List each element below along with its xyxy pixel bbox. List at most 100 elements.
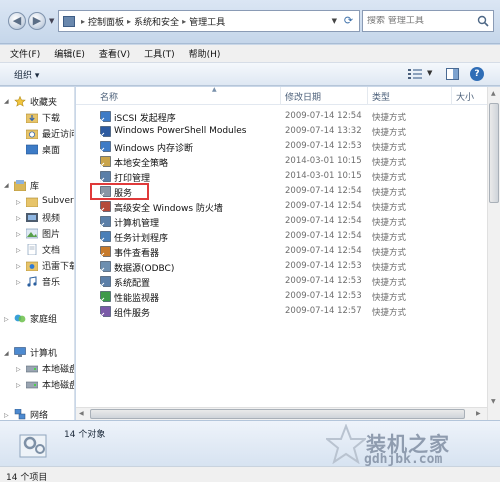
expand-icon[interactable]: ▷ xyxy=(16,215,21,222)
nav-xunlei[interactable]: 迅雷下载 xyxy=(26,258,74,272)
column-size[interactable]: 大小 xyxy=(456,90,474,103)
expand-icon[interactable]: ▷ xyxy=(4,316,9,323)
file-row[interactable]: 任务计划程序 2009-07-14 12:54 快捷方式 xyxy=(76,229,482,244)
help-icon[interactable]: ? xyxy=(470,67,484,81)
collapse-favorites-icon[interactable]: ◢ xyxy=(4,98,9,105)
menu-tools[interactable]: 工具(T) xyxy=(144,47,175,60)
file-row[interactable]: 事件查看器 2009-07-14 12:54 快捷方式 xyxy=(76,244,482,259)
nav-pictures[interactable]: 图片 xyxy=(26,226,60,240)
vertical-scroll-thumb[interactable] xyxy=(489,103,499,203)
nav-local-disk-2[interactable]: 本地磁盘 xyxy=(26,377,74,391)
homegroup-icon xyxy=(14,314,26,322)
column-type[interactable]: 类型 xyxy=(372,90,390,103)
refresh-icon[interactable]: ⟳ xyxy=(341,14,356,29)
horizontal-scroll-thumb[interactable] xyxy=(90,409,465,419)
expand-icon[interactable]: ▷ xyxy=(16,263,21,270)
nav-computer[interactable]: 计算机 xyxy=(14,345,57,359)
music-icon xyxy=(27,275,37,287)
file-row[interactable]: 数据源(ODBC) 2009-07-14 12:53 快捷方式 xyxy=(76,259,482,274)
breadcrumb-system-security[interactable]: 系统和安全 xyxy=(134,15,179,28)
file-name: 性能监视器 xyxy=(114,294,160,304)
preview-pane-icon[interactable] xyxy=(446,68,459,80)
organize-button[interactable]: 组织 ▾ xyxy=(14,68,39,81)
back-button[interactable]: ◀ xyxy=(8,12,26,30)
videos-icon xyxy=(26,212,38,222)
file-date: 2009-07-14 12:54 xyxy=(285,246,362,256)
view-options-icon[interactable] xyxy=(408,69,422,79)
nav-desktop[interactable]: 桌面 xyxy=(26,142,60,156)
hard-disk-icon xyxy=(26,365,38,372)
address-dropdown-icon[interactable]: ▼ xyxy=(332,17,337,25)
file-row[interactable]: 系统配置 2009-07-14 12:53 快捷方式 xyxy=(76,274,482,289)
file-type: 快捷方式 xyxy=(372,158,407,168)
menu-file[interactable]: 文件(F) xyxy=(10,47,40,60)
file-row[interactable]: Windows PowerShell Modules 2009-07-14 13:… xyxy=(76,124,482,139)
expand-icon[interactable]: ▷ xyxy=(4,412,9,419)
nav-label: 桌面 xyxy=(42,145,61,156)
file-row[interactable]: 高级安全 Windows 防火墙 2009-07-14 12:54 快捷方式 xyxy=(76,199,482,214)
file-type: 快捷方式 xyxy=(372,263,407,273)
scroll-up-icon[interactable]: ▲ xyxy=(491,90,496,97)
scroll-left-icon[interactable]: ◀ xyxy=(79,410,84,417)
file-row[interactable]: 计算机管理 2009-07-14 12:54 快捷方式 xyxy=(76,214,482,229)
expand-icon[interactable]: ▷ xyxy=(16,247,21,254)
file-type: 快捷方式 xyxy=(372,308,407,318)
nav-network[interactable]: 网络 xyxy=(14,407,48,420)
expand-icon[interactable]: ▷ xyxy=(16,382,21,389)
search-icon[interactable] xyxy=(477,15,489,27)
scroll-right-icon[interactable]: ▶ xyxy=(476,410,481,417)
menu-view[interactable]: 查看(V) xyxy=(99,47,130,60)
file-row[interactable]: 打印管理 2014-03-01 10:15 快捷方式 xyxy=(76,169,482,184)
file-row[interactable]: Windows 内存诊断 2009-07-14 12:53 快捷方式 xyxy=(76,139,482,154)
breadcrumb-control-panel[interactable]: 控制面板 xyxy=(88,15,124,28)
column-divider[interactable] xyxy=(280,87,281,105)
breadcrumb-admin-tools[interactable]: 管理工具 xyxy=(189,15,225,28)
collapse-libraries-icon[interactable]: ◢ xyxy=(4,182,9,189)
crumb-separator-icon[interactable]: ▸ xyxy=(81,17,85,26)
recent-pages-dropdown-icon[interactable]: ▼ xyxy=(49,17,54,25)
nav-subversion[interactable]: Subvers xyxy=(26,194,74,208)
crumb-separator-icon[interactable]: ▸ xyxy=(182,17,186,26)
scroll-down-icon[interactable]: ▼ xyxy=(491,398,496,405)
nav-libraries[interactable]: 库 xyxy=(14,178,39,192)
column-date[interactable]: 修改日期 xyxy=(285,90,321,103)
nav-music[interactable]: 音乐 xyxy=(26,274,60,288)
menu-help[interactable]: 帮助(H) xyxy=(189,47,221,60)
view-dropdown-icon[interactable]: ▼ xyxy=(427,69,432,77)
file-date: 2014-03-01 10:15 xyxy=(285,171,362,181)
crumb-separator-icon[interactable]: ▸ xyxy=(127,17,131,26)
column-name[interactable]: 名称 xyxy=(100,90,118,103)
nav-local-disk-1[interactable]: 本地磁盘 xyxy=(26,361,74,375)
nav-favorites[interactable]: 收藏夹 xyxy=(14,94,57,108)
address-bar[interactable]: ▸ 控制面板 ▸ 系统和安全 ▸ 管理工具 ▼ ⟳ xyxy=(58,10,360,32)
column-divider[interactable] xyxy=(367,87,368,105)
file-name: 组件服务 xyxy=(114,309,151,319)
file-date: 2014-03-01 10:15 xyxy=(285,156,362,166)
search-box[interactable] xyxy=(362,10,494,32)
file-row[interactable]: 性能监视器 2009-07-14 12:53 快捷方式 xyxy=(76,289,482,304)
expand-icon[interactable]: ▷ xyxy=(16,231,21,238)
file-type: 快捷方式 xyxy=(372,173,407,183)
file-row[interactable]: iSCSI 发起程序 2009-07-14 12:54 快捷方式 xyxy=(76,109,482,124)
hard-disk-icon xyxy=(26,381,38,388)
expand-icon[interactable]: ▷ xyxy=(16,366,21,373)
menu-edit[interactable]: 编辑(E) xyxy=(54,47,85,60)
file-row[interactable]: 本地安全策略 2014-03-01 10:15 快捷方式 xyxy=(76,154,482,169)
nav-downloads[interactable]: 下载 xyxy=(26,110,60,124)
expand-icon[interactable]: ▷ xyxy=(16,199,21,206)
horizontal-scrollbar[interactable]: ◀ ▶ xyxy=(76,407,487,420)
collapse-computer-icon[interactable]: ◢ xyxy=(4,350,9,357)
nav-homegroup[interactable]: 家庭组 xyxy=(14,311,57,325)
nav-recent[interactable]: 最近访问 xyxy=(26,126,74,140)
nav-videos[interactable]: 视频 xyxy=(26,210,60,224)
forward-button[interactable]: ▶ xyxy=(28,12,46,30)
nav-label: 家庭组 xyxy=(30,314,58,325)
performance-monitor-icon xyxy=(100,291,111,302)
vertical-scrollbar[interactable]: ▲ ▼ xyxy=(487,87,500,420)
nav-documents[interactable]: 文档 xyxy=(26,242,60,256)
expand-icon[interactable]: ▷ xyxy=(16,279,21,286)
column-divider[interactable] xyxy=(451,87,452,105)
file-name: 高级安全 Windows 防火墙 xyxy=(114,204,223,214)
file-row[interactable]: 组件服务 2009-07-14 12:57 快捷方式 xyxy=(76,304,482,319)
search-input[interactable] xyxy=(367,16,477,26)
